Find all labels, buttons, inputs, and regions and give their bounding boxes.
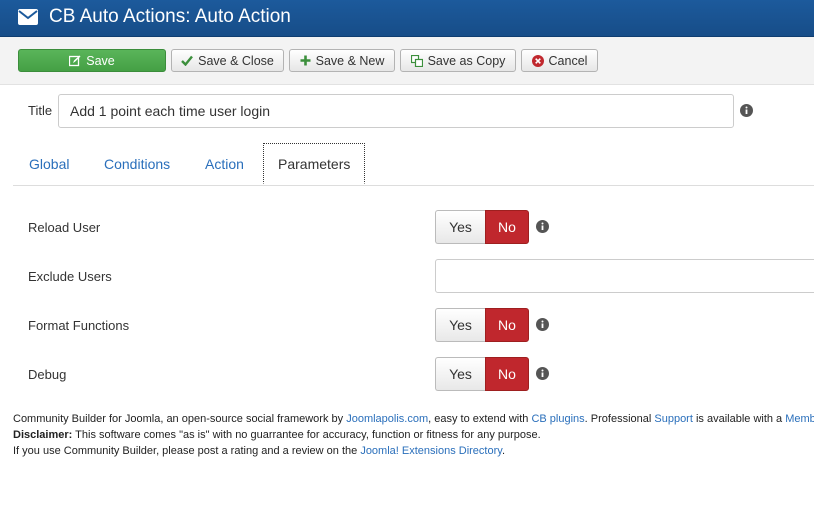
tab-bar: Global Conditions Action Parameters [13, 143, 814, 186]
cancel-icon [531, 54, 544, 67]
debug-yes-button[interactable]: Yes [435, 357, 485, 391]
save-copy-button[interactable]: Save as Copy [400, 49, 516, 72]
footer-text: . [501, 445, 505, 457]
cancel-button[interactable]: Cancel [521, 49, 598, 72]
debug-no-button[interactable]: No [485, 357, 529, 391]
reload-user-label: Reload User [28, 220, 101, 235]
reload-user-toggle: Yes No [435, 210, 529, 244]
exclude-users-label: Exclude Users [28, 269, 112, 284]
save-button[interactable]: Save [18, 49, 166, 72]
envelope-icon [18, 9, 38, 25]
exclude-users-input[interactable] [435, 259, 814, 293]
footer-line-1: Community Builder for Joomla, an open-so… [13, 411, 814, 427]
title-label: Title [28, 103, 53, 118]
footer-line-3: If you use Community Builder, please pos… [13, 443, 814, 459]
jed-link[interactable]: Joomla! Extensions Directory [360, 445, 502, 457]
disclaimer-label: Disclaimer: [13, 429, 73, 441]
save-new-button[interactable]: Save & New [289, 49, 395, 72]
title-input[interactable]: Add 1 point each time user login [58, 94, 734, 128]
format-functions-yes-button[interactable]: Yes [435, 308, 485, 342]
copy-icon [410, 54, 423, 67]
footer-text: If you use Community Builder, please pos… [13, 445, 361, 457]
debug-toggle: Yes No [435, 357, 529, 391]
info-icon[interactable] [536, 367, 549, 380]
page-header: CB Auto Actions: Auto Action [0, 0, 814, 37]
footer-text: is available with a [692, 413, 786, 425]
membership-link[interactable]: Membe [785, 413, 814, 425]
cancel-button-label: Cancel [548, 53, 588, 68]
format-functions-no-button[interactable]: No [485, 308, 529, 342]
tab-action[interactable]: Action [205, 143, 244, 184]
footer-text: Community Builder for Joomla, an open-so… [13, 413, 347, 425]
check-icon [181, 55, 194, 66]
footer-line-2: Disclaimer: This software comes "as is" … [13, 427, 814, 443]
save-close-button[interactable]: Save & Close [171, 49, 284, 72]
save-close-button-label: Save & Close [198, 53, 274, 68]
tab-parameters[interactable]: Parameters [263, 143, 366, 184]
save-copy-button-label: Save as Copy [427, 53, 506, 68]
info-icon[interactable] [536, 220, 549, 233]
debug-label: Debug [28, 367, 67, 382]
disclaimer-text: This software comes "as is" with no guar… [72, 429, 541, 441]
save-button-label: Save [86, 53, 115, 68]
footer-text: , easy to extend with [428, 413, 532, 425]
footer-text: . Professional [584, 413, 655, 425]
info-icon[interactable] [536, 318, 549, 331]
footer: Community Builder for Joomla, an open-so… [13, 411, 814, 459]
edit-icon [69, 55, 81, 66]
cb-plugins-link[interactable]: CB plugins [531, 413, 584, 425]
joomlapolis-link[interactable]: Joomlapolis.com [346, 413, 428, 425]
reload-user-yes-button[interactable]: Yes [435, 210, 485, 244]
plus-icon [300, 55, 311, 66]
tab-conditions[interactable]: Conditions [104, 143, 170, 184]
toolbar: Save Save & Close Save & New Save as Cop… [0, 37, 814, 85]
info-icon[interactable] [740, 104, 753, 117]
tab-global[interactable]: Global [29, 143, 69, 184]
reload-user-no-button[interactable]: No [485, 210, 529, 244]
page-title: CB Auto Actions: Auto Action [49, 6, 291, 27]
save-new-button-label: Save & New [315, 53, 385, 68]
format-functions-toggle: Yes No [435, 308, 529, 342]
support-link[interactable]: Support [654, 413, 693, 425]
format-functions-label: Format Functions [28, 318, 130, 333]
